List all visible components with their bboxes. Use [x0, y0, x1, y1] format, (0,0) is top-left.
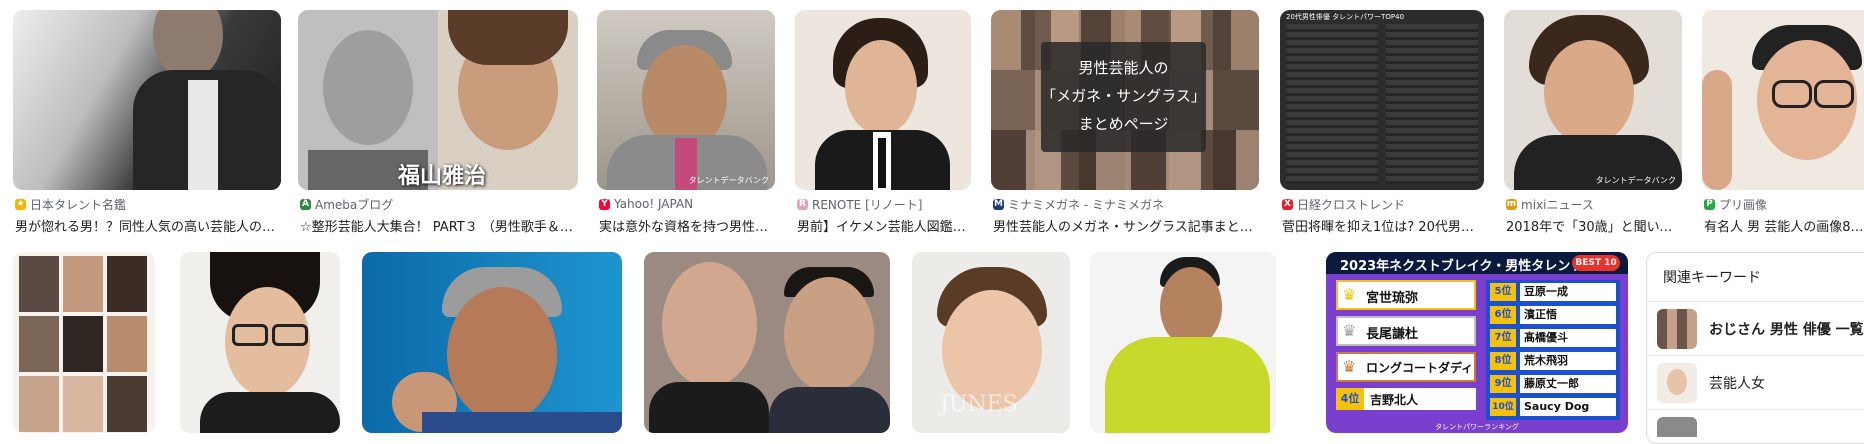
result-thumbnail[interactable]: タレントデータバンク	[1504, 10, 1682, 190]
rank-row: 7位 髙橋優斗	[1490, 329, 1616, 349]
result-title[interactable]: 実は意外な資格を持つ男性タ...	[599, 216, 777, 235]
result-thumbnail[interactable]: 男性芸能人の 「メガネ・サングラス」 まとめページ	[991, 10, 1259, 190]
rank-number: 10位	[1490, 398, 1516, 416]
star-icon: ★	[15, 198, 26, 210]
rank-number: 9位	[1490, 375, 1516, 393]
best10-badge: BEST 10	[1572, 255, 1620, 271]
result-thumbnail[interactable]	[13, 10, 281, 190]
renote-icon: R	[797, 198, 808, 210]
rank-entry: ♛ 宮世琉弥	[1336, 280, 1476, 310]
result-source[interactable]: X 日経クロストレンド	[1282, 195, 1405, 213]
result-title[interactable]: 菅田将暉を抑え1位は? 20代男優...	[1282, 216, 1486, 235]
title-overlay-box: 男性芸能人の 「メガネ・サングラス」 まとめページ	[1041, 42, 1206, 152]
table-header: 20代男性俳優 タレントパワーTOP40	[1286, 13, 1405, 21]
rank-entry: ♛ 長尾謙杜	[1336, 316, 1476, 346]
crown-icon: ♛	[1342, 285, 1357, 304]
watermark-text: JUNES	[940, 392, 1018, 417]
result-source[interactable]: m mixiニュース	[1506, 195, 1594, 213]
rank-row: 9位 藤原丈一郎	[1490, 375, 1616, 395]
result-title[interactable]: 男前】イケメン芸能人図鑑【...	[797, 216, 973, 235]
keyword-label: おじさん 男性 俳優 一覧	[1709, 322, 1864, 338]
yahoo-icon: Y	[599, 198, 610, 210]
ranking-image[interactable]: 2023年ネクストブレイク・男性タレント BEST 10 ♛ 宮世琉弥 ♛ 長尾…	[1326, 252, 1628, 433]
result-thumbnail[interactable]: JUNES	[912, 252, 1070, 433]
crown-icon: ♛	[1342, 357, 1357, 376]
result-thumbnail[interactable]: 福山雅治	[298, 10, 578, 190]
source-name: mixiニュース	[1521, 197, 1594, 212]
result-title[interactable]: 男性芸能人のメガネ・サングラス記事まとめ...	[993, 216, 1261, 235]
overlay-line: まとめページ	[1078, 115, 1169, 133]
rank-name: 吉野北人	[1370, 393, 1419, 407]
result-source[interactable]: A Amebaブログ	[300, 195, 393, 213]
result-thumbnail[interactable]	[1702, 10, 1864, 190]
rank-name: 髙橋優斗	[1520, 329, 1616, 347]
rank-number: 7位	[1490, 329, 1516, 347]
rank-name: 藤原丈一郎	[1520, 375, 1616, 393]
rank-name: 豆原一成	[1520, 283, 1616, 301]
result-source[interactable]: P プリ画像	[1704, 195, 1767, 213]
related-keywords-panel: 関連キーワード おじさん 男性 俳優 一覧 芸能人女	[1646, 252, 1864, 444]
keyword-label: 芸能人女	[1709, 376, 1765, 392]
overlay-line: 「メガネ・サングラス」	[1041, 87, 1206, 105]
result-title[interactable]: 有名人 男 芸能人の画像858...	[1704, 216, 1864, 235]
overlay-name: 福山雅治	[398, 163, 487, 189]
crown-icon: ♛	[1342, 321, 1357, 340]
rank-row: 5位 豆原一成	[1490, 283, 1616, 303]
result-thumbnail[interactable]	[795, 10, 971, 190]
ameba-icon: A	[300, 198, 311, 210]
rank-number: 8位	[1490, 352, 1516, 370]
related-keyword-item[interactable]: おじさん 男性 俳優 一覧	[1647, 303, 1864, 355]
rank-number: 5位	[1490, 283, 1516, 301]
source-name: プリ画像	[1719, 197, 1768, 212]
result-title[interactable]: 男が惚れる男！？同性人気の高い芸能人の特...	[15, 216, 283, 235]
result-title[interactable]: ☆整形芸能人大集合！ PART３ （男性歌手＆男...	[300, 216, 580, 235]
keyword-thumbnail	[1657, 309, 1697, 349]
rank-entry: 4位 吉野北人	[1336, 388, 1476, 410]
mixi-icon: m	[1506, 198, 1517, 210]
rank-number: 6位	[1490, 306, 1516, 324]
result-thumbnail[interactable]	[644, 252, 890, 433]
rank-name: 濱正悟	[1520, 306, 1616, 324]
rank-row: 8位 荒木飛羽	[1490, 352, 1616, 372]
source-name: ミナミメガネ - ミナミメガネ	[1008, 197, 1164, 212]
source-name: 日経クロストレンド	[1297, 197, 1406, 212]
rank-name: 長尾謙杜	[1366, 327, 1419, 342]
ranking-footer: タレントパワーランキング	[1435, 423, 1519, 431]
result-source[interactable]: R RENOTE [リノート]	[797, 195, 922, 213]
keyword-thumbnail	[1657, 417, 1697, 437]
result-thumbnail[interactable]	[1090, 252, 1276, 433]
ranking-title: 2023年ネクストブレイク・男性タレント	[1340, 259, 1584, 274]
result-title[interactable]: 2018年で「30歳」と聞いて...	[1506, 216, 1684, 235]
related-keyword-item[interactable]: 芸能人女	[1647, 357, 1864, 409]
rank-entry: ♛ ロングコートダディ	[1336, 352, 1476, 382]
watermark-text: タレントデータバンク	[688, 176, 769, 185]
xtrend-icon: X	[1282, 198, 1293, 210]
overlay-line: 男性芸能人の	[1078, 59, 1169, 77]
source-name: Amebaブログ	[315, 197, 394, 212]
source-name: 日本タレント名鑑	[30, 197, 127, 212]
result-source[interactable]: Y Yahoo! JAPAN	[599, 195, 693, 213]
result-thumbnail[interactable]	[180, 252, 340, 433]
rank-number: 4位	[1336, 388, 1364, 410]
puri-icon: P	[1704, 198, 1715, 210]
rank-name: ロングコートダディ	[1366, 361, 1474, 375]
rank-row: 10位 Saucy Dog	[1490, 398, 1616, 418]
result-thumbnail[interactable]: 20代男性俳優 タレントパワーTOP40	[1280, 10, 1484, 190]
result-source[interactable]: ★ 日本タレント名鑑	[15, 195, 126, 213]
minami-icon: M	[993, 198, 1004, 210]
rank-row: 6位 濱正悟	[1490, 306, 1616, 326]
result-thumbnail[interactable]	[13, 252, 155, 433]
source-name: RENOTE [リノート]	[812, 197, 923, 212]
result-source[interactable]: M ミナミメガネ - ミナミメガネ	[993, 195, 1164, 213]
result-thumbnail[interactable]: タレントデータバンク	[597, 10, 775, 190]
panel-title: 関連キーワード	[1663, 270, 1761, 286]
rank-name: 荒木飛羽	[1520, 352, 1616, 370]
keyword-thumbnail	[1657, 363, 1697, 403]
watermark-text: タレントデータバンク	[1595, 176, 1676, 185]
rank-name: Saucy Dog	[1520, 398, 1616, 416]
result-thumbnail[interactable]	[362, 252, 622, 433]
rank-name: 宮世琉弥	[1366, 291, 1419, 306]
source-name: Yahoo! JAPAN	[614, 197, 694, 211]
